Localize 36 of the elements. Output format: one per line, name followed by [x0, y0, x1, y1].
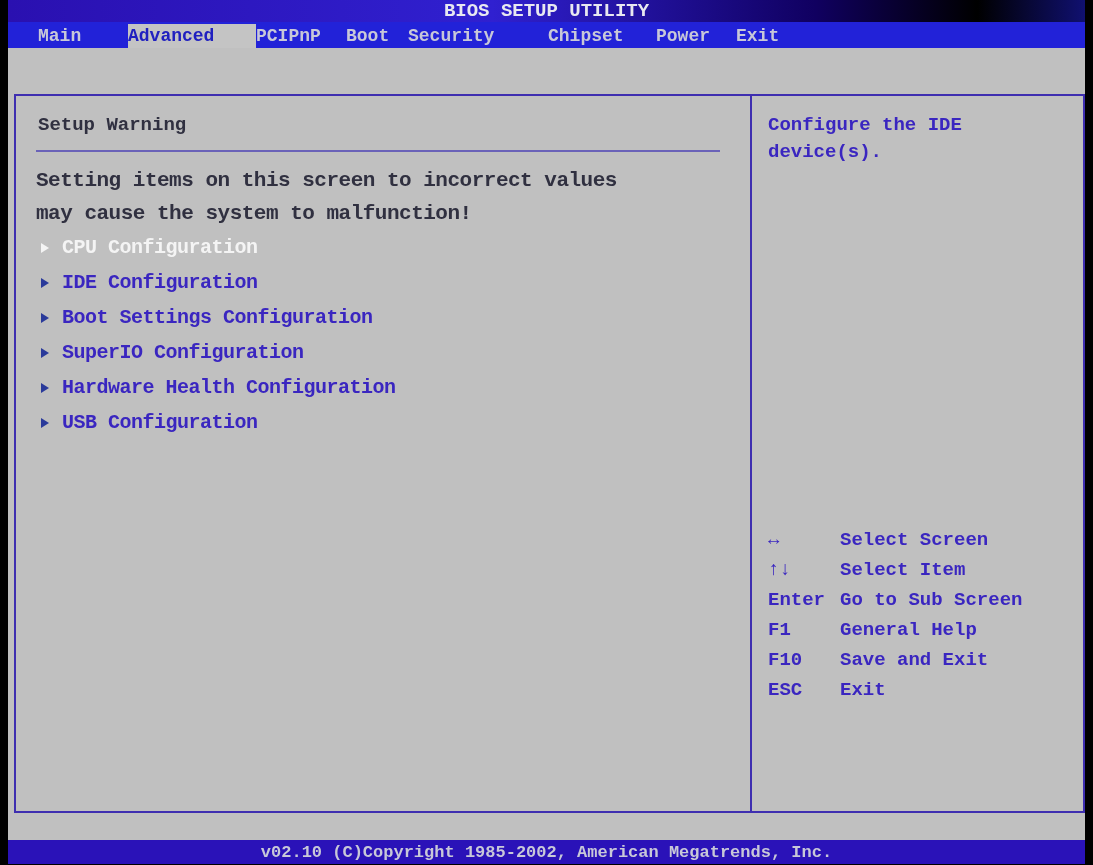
menu-item[interactable]: USB Configuration [36, 405, 730, 440]
menu-item[interactable]: Hardware Health Configuration [36, 370, 730, 405]
tab[interactable]: Power [656, 24, 736, 48]
key-action: Select Item [840, 558, 967, 583]
key-action: Go to Sub Screen [840, 588, 1024, 613]
triangle-icon [40, 346, 50, 359]
key-action: Save and Exit [840, 648, 990, 673]
menu-item[interactable]: SuperIO Configuration [36, 335, 730, 370]
tab[interactable]: Chipset [548, 24, 656, 48]
triangle-icon [40, 381, 50, 394]
key-action: Select Screen [840, 528, 990, 553]
window-title: BIOS SETUP UTILITY [443, 0, 650, 22]
tab[interactable]: Advanced [128, 24, 256, 48]
tab[interactable]: Security [408, 24, 548, 48]
tab[interactable]: PCIPnP [256, 24, 346, 48]
tab[interactable]: Main [38, 24, 128, 48]
warning-text: Setting items on this screen to incorrect values may cause the system to malfunction! [36, 168, 618, 227]
triangle-icon [40, 276, 50, 289]
copyright-text: v02.10 (C)Copyright 1985-2002, American Megatrends, Inc. [260, 842, 833, 862]
key-label: ESC [768, 678, 804, 703]
triangle-icon [40, 311, 50, 324]
menu-item[interactable]: IDE Configuration [36, 265, 730, 300]
menu-item[interactable]: Boot Settings Configuration [36, 300, 730, 335]
key-label: ↔ [768, 528, 781, 553]
key-label: Enter [768, 588, 826, 613]
triangle-icon [40, 416, 50, 429]
key-action: Exit [840, 678, 887, 703]
key-action: General Help [840, 618, 978, 643]
key-label: ↑↓ [768, 558, 792, 583]
tab[interactable]: Boot [346, 24, 408, 48]
triangle-icon [40, 241, 50, 254]
key-label: F1 [768, 618, 792, 643]
help-text: Configure the IDE device(s). [768, 113, 963, 165]
tab[interactable]: Exit [736, 24, 806, 48]
key-label: F10 [768, 648, 804, 673]
panel-heading: Setup Warning [37, 114, 188, 136]
